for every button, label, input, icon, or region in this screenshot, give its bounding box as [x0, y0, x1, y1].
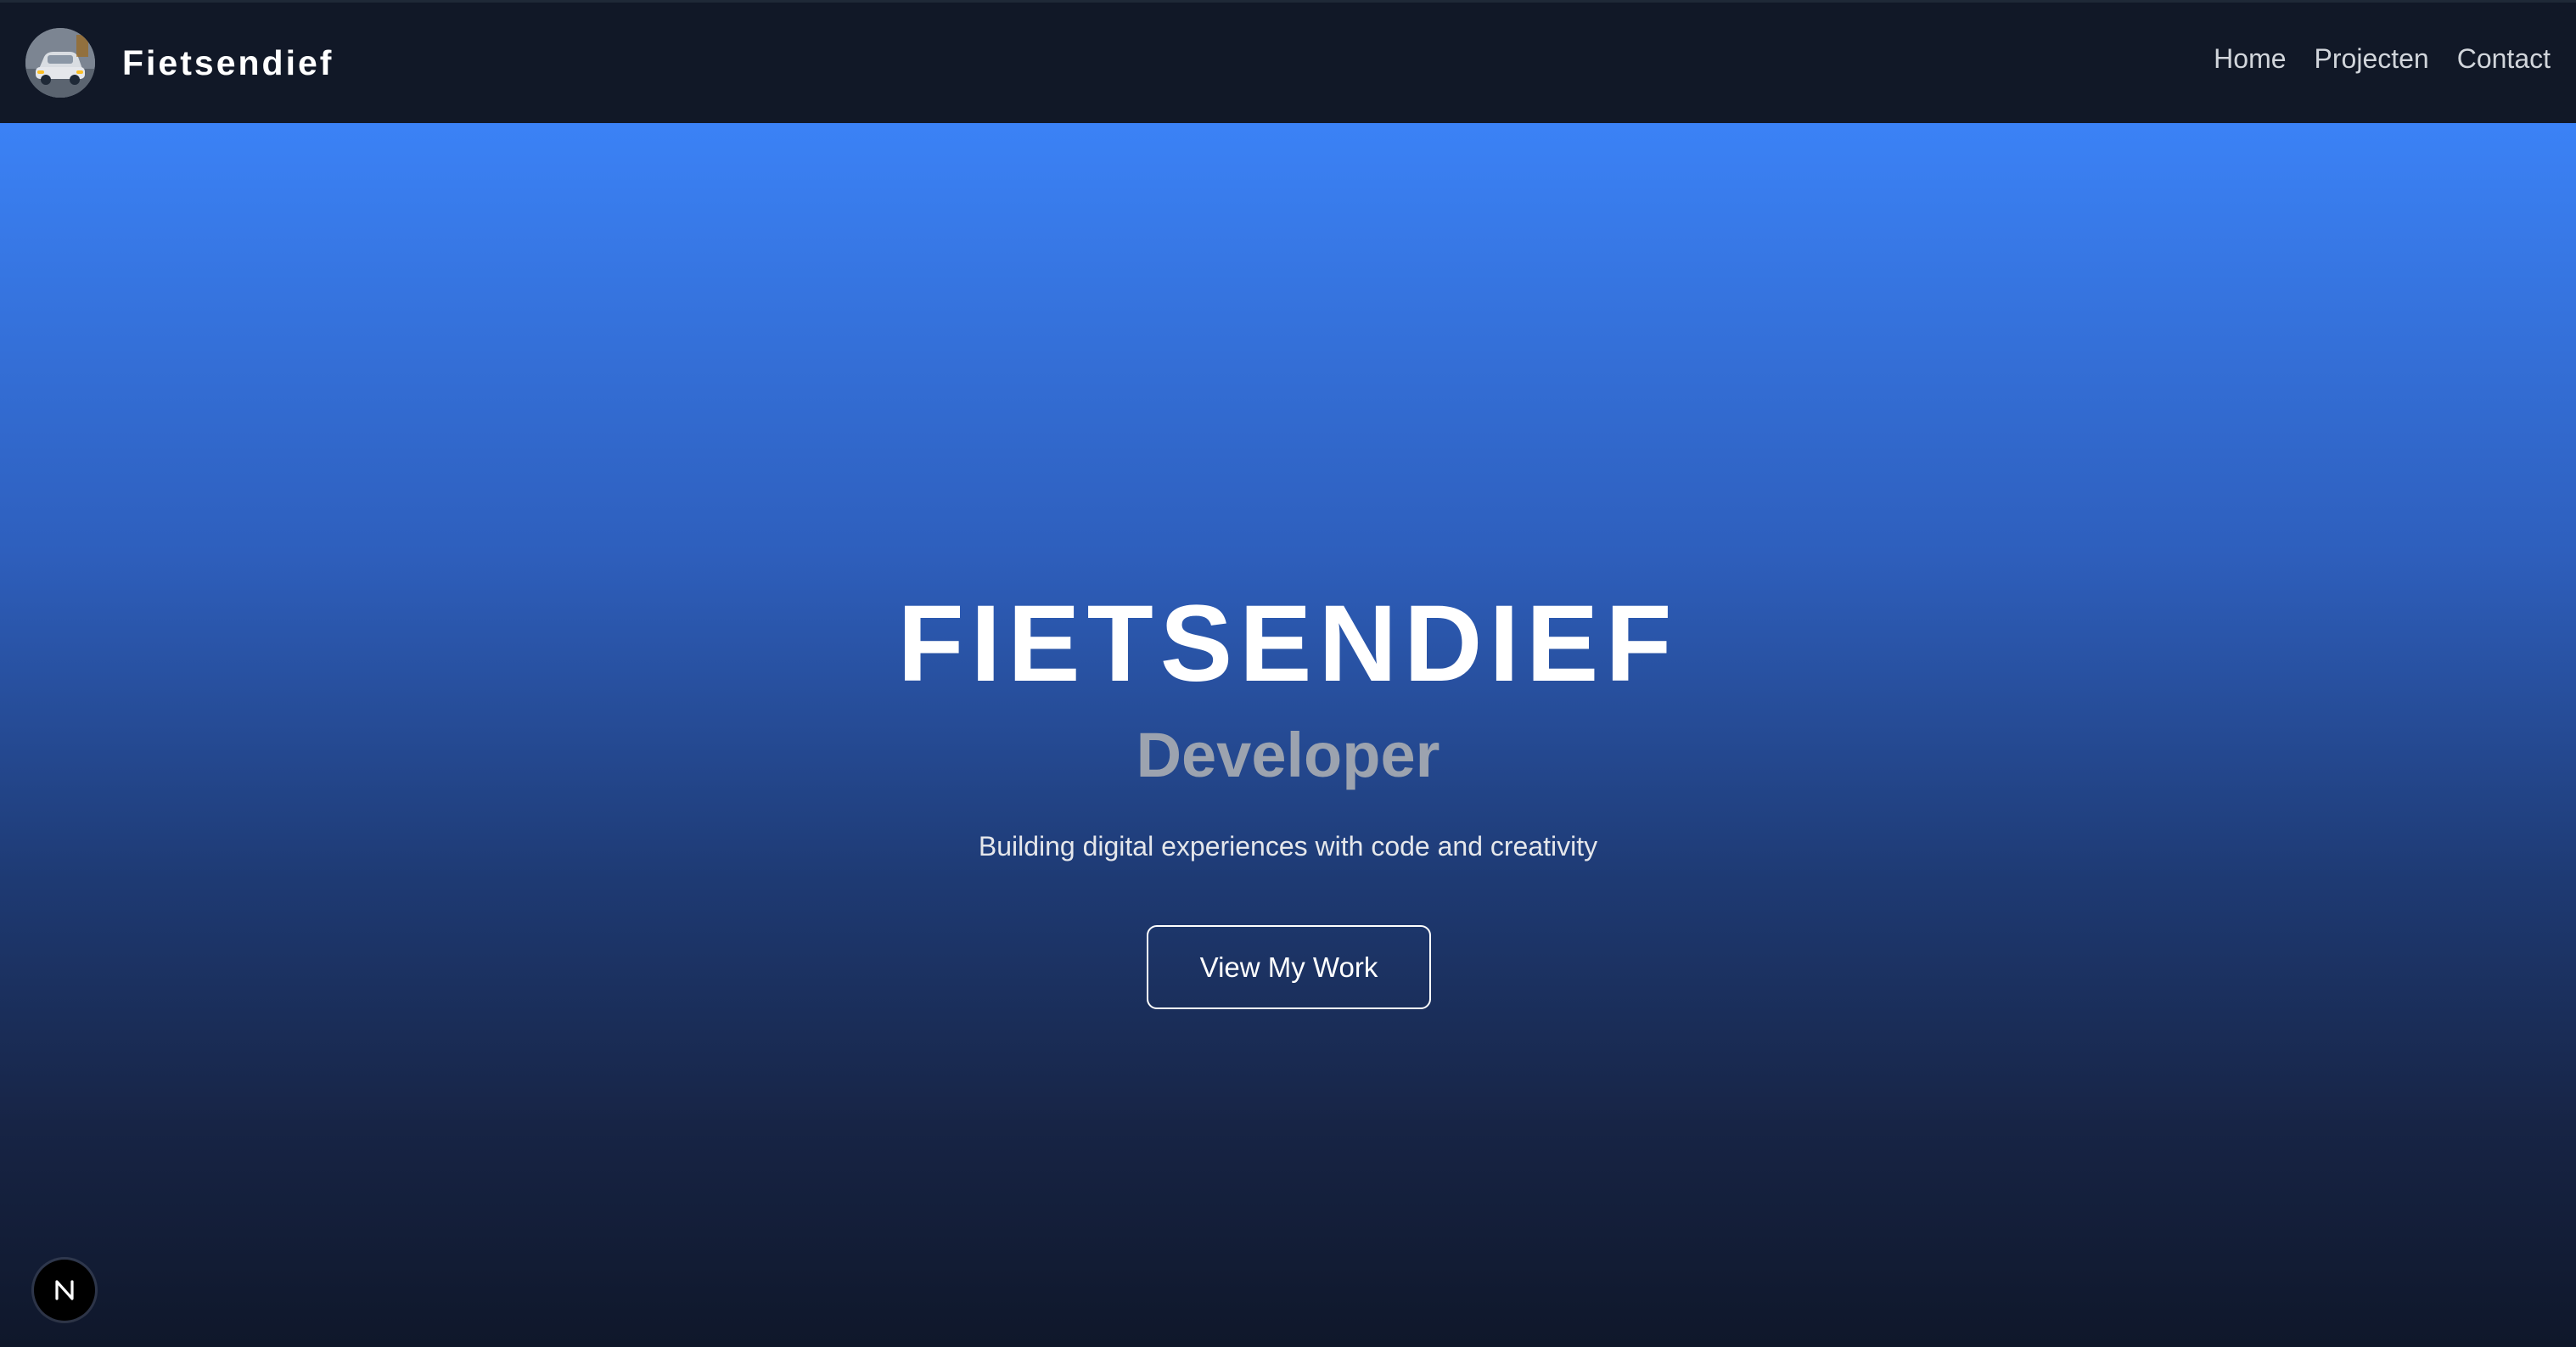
car-photo-icon: [25, 28, 95, 98]
brand-link[interactable]: Fietsendief: [25, 28, 334, 98]
site-header: Fietsendief Home Projecten Contact: [0, 0, 2576, 123]
nav-link-projecten[interactable]: Projecten: [2315, 45, 2429, 72]
hero-section: FIETSENDIEF Developer Building digital e…: [0, 123, 2576, 1347]
nav-link-contact[interactable]: Contact: [2457, 45, 2551, 72]
hero-subtitle: Developer: [1136, 720, 1440, 790]
avatar: [25, 28, 95, 98]
nextjs-dev-indicator[interactable]: [34, 1260, 95, 1321]
brand-name: Fietsendief: [122, 42, 334, 82]
main-nav: Home Projecten Contact: [2186, 45, 2551, 72]
hero-tagline: Building digital experiences with code a…: [978, 831, 1598, 862]
view-my-work-button[interactable]: View My Work: [1147, 925, 1431, 1009]
hero-title: FIETSENDIEF: [897, 583, 1679, 704]
nav-link-home[interactable]: Home: [2214, 45, 2286, 72]
nextjs-n-icon: [55, 1280, 74, 1300]
